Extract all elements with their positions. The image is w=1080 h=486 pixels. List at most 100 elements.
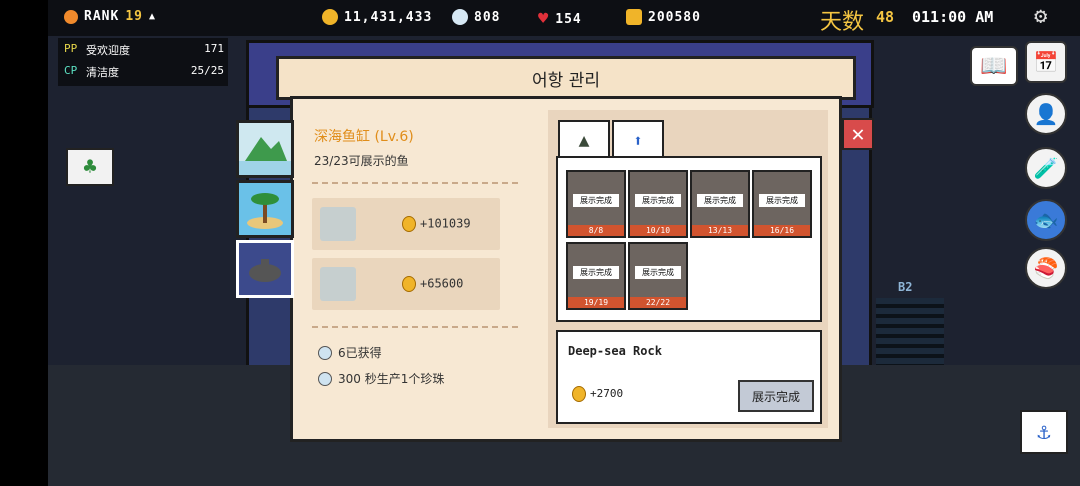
stats-panel: PP 受欢迎度 171 CP 清洁度 25/25 (58, 38, 228, 86)
medal-icon (402, 276, 416, 292)
anchor-button[interactable]: ⚓ (1020, 410, 1068, 454)
tab-island-tank[interactable] (236, 180, 294, 238)
exhibit-cell[interactable]: 展示完成 10/10 (628, 170, 688, 238)
stat-key: PP (64, 42, 78, 55)
exhibit-cell[interactable]: 展示完成 8/8 (566, 170, 626, 238)
tab-mountain-tank[interactable] (236, 120, 294, 178)
calendar-button[interactable]: 📅 (1024, 41, 1068, 83)
settings-gear-icon[interactable]: ⚙ (1034, 4, 1047, 29)
exhibit-status: 展示完成 (697, 194, 743, 207)
reward-amount: +65600 (420, 276, 464, 291)
days-label: 天数 (820, 10, 865, 35)
mountain-icon (239, 137, 291, 175)
potion-button[interactable]: 🧪 (1024, 147, 1068, 189)
exhibit-status: 展示完成 (635, 194, 681, 207)
exhibit-grid: 展示完成 8/8 展示完成 10/10 展示完成 13/13 展示完成 16/1… (556, 156, 822, 322)
rank-label: RANK (84, 9, 120, 24)
item-reward-amount: +2700 (590, 387, 624, 400)
info-text: 6已获得 (338, 346, 382, 360)
tab-decorations[interactable]: ▲ (558, 120, 610, 160)
item-reward: +2700 (572, 386, 623, 402)
stat-key: CP (64, 64, 78, 77)
heart-value: 154 (555, 11, 582, 27)
rank-display[interactable]: RANK 19 ▲ (64, 9, 156, 24)
tab-deep-sea-tank[interactable] (236, 240, 294, 298)
sushi-icon: 🍣 (1025, 247, 1067, 289)
reward-row: +65600 (312, 258, 500, 310)
coin-icon (322, 9, 338, 25)
reward-row: +101039 (312, 198, 500, 250)
anchor-icon: ⚓ (1037, 419, 1051, 445)
pearl-icon (318, 371, 332, 386)
exhibit-count: 16/16 (754, 225, 810, 236)
upgrade-arrow-icon: ⬆ (633, 130, 643, 150)
pearl-value: 808 (474, 9, 501, 25)
medal-icon (626, 9, 642, 25)
stat-value: 25/25 (190, 64, 224, 77)
info-obtained: 6已获得 (318, 344, 382, 361)
tree-button[interactable]: ♣ (66, 148, 114, 186)
exhibit-status: 展示完成 (635, 266, 681, 279)
exhibit-count: 8/8 (568, 225, 624, 236)
fishbowl-icon: 🐟 (1025, 199, 1067, 241)
stat-label: 受欢迎度 (86, 44, 130, 57)
divider (312, 326, 518, 328)
pearl-icon (318, 345, 332, 360)
exhibit-complete-button[interactable]: 展示完成 (738, 380, 814, 412)
sushi-button[interactable]: 🍣 (1024, 247, 1068, 289)
exhibit-cell[interactable]: 展示完成 19/19 (566, 242, 626, 310)
exhibit-cell[interactable]: 展示完成 13/13 (690, 170, 750, 238)
fishbowl-button[interactable]: 🐟 (1024, 199, 1068, 241)
tank-fish-count: 23/23可展示的鱼 (314, 154, 409, 168)
potion-bottle-icon: 🧪 (1025, 147, 1067, 189)
item-name: Deep-sea Rock (568, 344, 662, 358)
exhibit-status: 展示完成 (759, 194, 805, 207)
book-icon: 📖 (980, 53, 1008, 79)
info-text: 300 秒生产1个珍珠 (338, 372, 445, 386)
staff-button[interactable]: 👤 (1024, 93, 1068, 135)
rank-value: 19 (125, 9, 143, 24)
modal-title: 어항 관리 (276, 56, 856, 100)
tank-title: 深海鱼缸 (Lv.6) (314, 129, 414, 145)
divider (312, 182, 518, 184)
exhibit-count: 10/10 (630, 225, 686, 236)
tab-upgrade[interactable]: ⬆ (612, 120, 664, 160)
exhibit-status: 展示完成 (573, 194, 619, 207)
palm-island-icon (247, 193, 283, 229)
rank-up-arrow-icon: ▲ (148, 11, 156, 22)
exhibit-status: 展示完成 (573, 266, 619, 279)
rock-icon (320, 267, 356, 301)
reward-value: +65600 (402, 276, 463, 292)
calendar-icon: 📅 (1025, 41, 1067, 83)
book-button[interactable]: 📖 (970, 46, 1018, 86)
stairs[interactable] (876, 298, 944, 368)
pearl-icon (452, 9, 468, 25)
rank-medal-icon (64, 9, 78, 24)
heart-icon: ♥ (538, 9, 550, 29)
pearl-display: 808 (452, 9, 500, 25)
exhibit-count: 13/13 (692, 225, 748, 236)
medal-display: 200580 (626, 9, 701, 25)
sushi-icon (320, 207, 356, 241)
reward-value: +101039 (402, 216, 471, 232)
floor-label: B2 (898, 280, 913, 294)
medal-icon (572, 386, 586, 402)
info-production: 300 秒生产1个珍珠 (318, 370, 444, 387)
stat-label: 清洁度 (86, 66, 119, 79)
exhibit-count: 22/22 (630, 297, 686, 308)
exhibit-cell[interactable]: 展示完成 22/22 (628, 242, 688, 310)
rock-icon: ▲ (578, 129, 590, 151)
stat-value: 171 (204, 42, 224, 55)
stat-row-cp: CP 清洁度 25/25 (64, 64, 224, 80)
close-button[interactable]: ✕ (842, 118, 874, 150)
heart-display: ♥ 154 (538, 9, 582, 29)
gold-value: 11,431,433 (344, 9, 433, 25)
clock-time: 011:00 AM (912, 8, 994, 26)
close-icon: ✕ (851, 121, 865, 147)
reward-amount: +101039 (420, 216, 471, 231)
medal-icon (402, 216, 416, 232)
exhibit-count: 19/19 (568, 297, 624, 308)
staff-avatar-icon: 👤 (1025, 93, 1067, 135)
submarine-icon (249, 259, 281, 282)
exhibit-cell[interactable]: 展示完成 16/16 (752, 170, 812, 238)
